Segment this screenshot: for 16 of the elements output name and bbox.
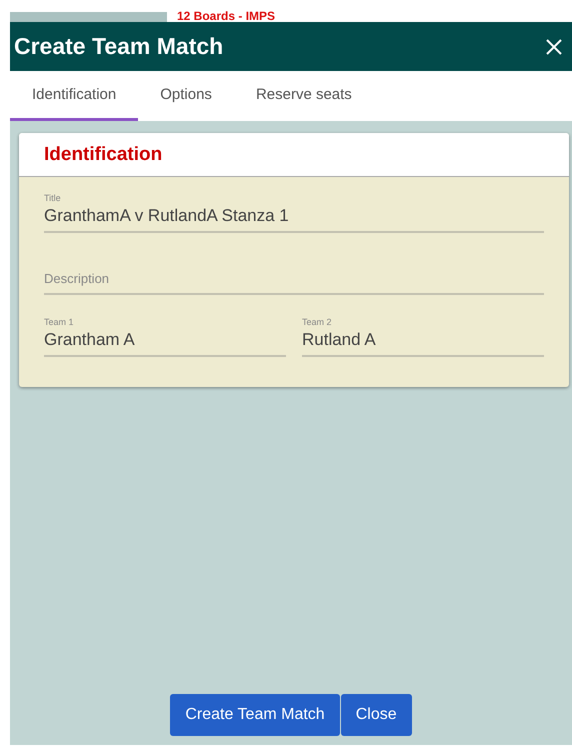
tab[interactable]: Identification	[10, 71, 138, 121]
dialog-title: Create Team Match	[14, 33, 224, 60]
background-heading: 12 Boards - IMPS	[177, 10, 276, 22]
text-field[interactable]: Rutland A	[302, 328, 544, 357]
card-heading: Identification	[44, 144, 162, 166]
field-label: Team 2	[302, 317, 333, 328]
close-icon[interactable]	[546, 38, 562, 54]
dialog-button[interactable]: Close	[340, 694, 412, 736]
dialog-button[interactable]: Create Team Match	[170, 694, 340, 736]
tab[interactable]: Options	[138, 71, 234, 121]
field-label: Team 1	[44, 317, 75, 328]
text-field[interactable]: Description	[44, 266, 544, 295]
text-field[interactable]: GranthamA v RutlandA Stanza 1	[44, 204, 544, 233]
text-field[interactable]: Grantham A	[44, 328, 286, 357]
field-label: Title	[44, 193, 62, 204]
tab[interactable]: Reserve seats	[234, 71, 374, 121]
